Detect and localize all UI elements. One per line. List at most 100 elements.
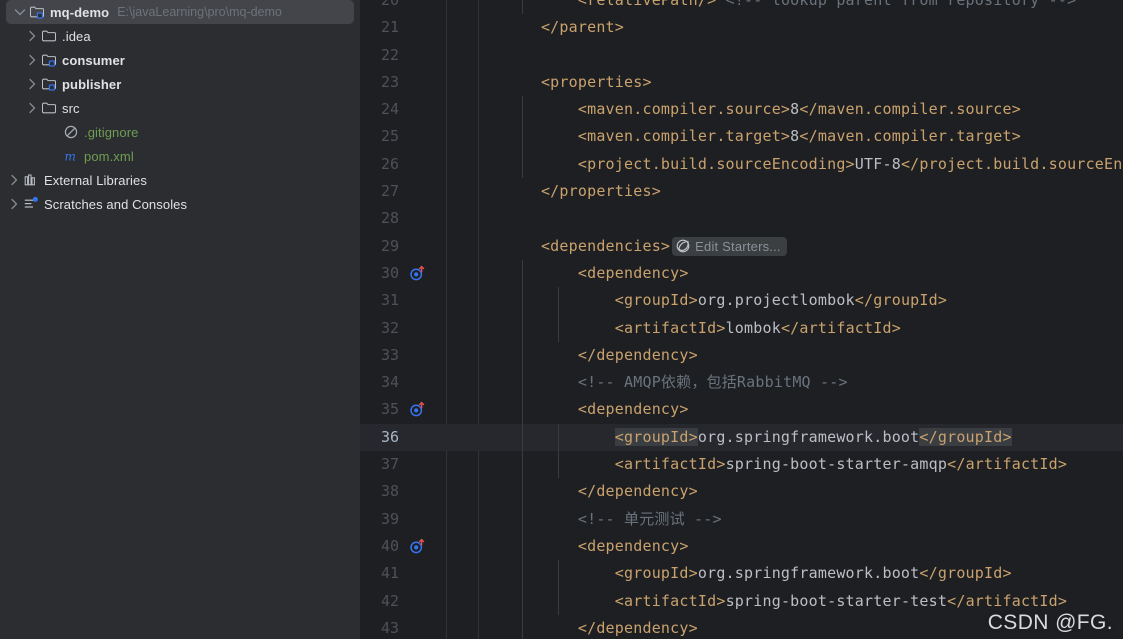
sidebar-item-external-libraries[interactable]: External Libraries <box>0 168 360 192</box>
code-line[interactable]: 30 <dependency> <box>360 259 1123 288</box>
code-line-text[interactable]: <!-- 单元测试 --> <box>486 505 1123 533</box>
chevron-right-icon[interactable] <box>6 196 22 212</box>
chevron-right-icon[interactable] <box>6 172 22 188</box>
code-line-text[interactable]: <maven.compiler.target>8</maven.compiler… <box>486 123 1123 151</box>
code-lines-container[interactable]: 20 <relativePath/> <!-- lookup parent fr… <box>360 0 1123 639</box>
gutter-folding-area <box>430 588 462 615</box>
edit-starters-hint-button[interactable]: Edit Starters... <box>672 236 787 256</box>
code-line[interactable]: 28 <box>360 205 1123 232</box>
code-line-text[interactable]: <groupId>org.springframework.boot</group… <box>486 423 1123 452</box>
dependency-nav-icon[interactable] <box>408 533 430 560</box>
sidebar-item-mq-demo[interactable]: mq-demo E:\javaLearning\pro\mq-demo <box>6 0 354 24</box>
line-number: 34 <box>380 373 399 392</box>
gutter-folding-area <box>430 396 462 423</box>
code-line[interactable]: 41 <groupId>org.springframework.boot</gr… <box>360 560 1123 588</box>
sidebar-item-scratches-and-consoles[interactable]: Scratches and Consoles <box>0 192 360 216</box>
code-line-text[interactable]: <project.build.sourceEncoding>UTF-8</pro… <box>486 150 1123 179</box>
indent-guide <box>522 505 524 533</box>
code-line-text[interactable] <box>486 205 1123 232</box>
dependency-nav-icon[interactable] <box>409 401 426 418</box>
code-line[interactable]: 42 <artifactId>spring-boot-starter-test<… <box>360 587 1123 615</box>
code-token: </artifactId> <box>947 591 1068 610</box>
code-editor[interactable]: 20 <relativePath/> <!-- lookup parent fr… <box>360 0 1123 639</box>
code-line[interactable]: 39 <!-- 单元测试 --> <box>360 505 1123 533</box>
code-line-text[interactable]: <relativePath/> <!-- lookup parent from … <box>486 0 1123 15</box>
gutter-slot <box>408 178 430 205</box>
dependency-nav-icon[interactable] <box>409 538 426 555</box>
gutter-slot <box>408 369 430 396</box>
chevron-right-icon[interactable] <box>24 28 40 44</box>
code-line[interactable]: 32 <artifactId>lombok</artifactId> <box>360 314 1123 342</box>
code-token: </artifactId> <box>947 455 1068 474</box>
code-token: org.projectlombok <box>697 291 855 310</box>
code-token: </maven.compiler.target> <box>799 127 1021 146</box>
code-line-text[interactable] <box>486 42 1123 69</box>
dependency-nav-icon[interactable] <box>409 265 426 282</box>
code-line-text[interactable]: </dependency> <box>486 341 1123 370</box>
code-line[interactable]: 22 <box>360 42 1123 69</box>
code-line-text[interactable]: <dependency> <box>486 259 1123 288</box>
project-tool-window[interactable]: mq-demo E:\javaLearning\pro\mq-demo .idea c… <box>0 0 360 639</box>
chevron-down-icon[interactable] <box>12 4 28 20</box>
dependency-nav-icon[interactable] <box>408 396 430 423</box>
sidebar-item-idea[interactable]: .idea <box>0 24 360 48</box>
code-line[interactable]: 43 </dependency> <box>360 614 1123 639</box>
indent-guide <box>522 614 524 639</box>
code-line-text[interactable]: </dependency> <box>486 478 1123 506</box>
code-line[interactable]: 38 </dependency> <box>360 478 1123 506</box>
code-line-text[interactable]: </dependency> <box>486 614 1123 639</box>
code-line-text[interactable]: <artifactId>spring-boot-starter-amqp</ar… <box>486 451 1123 479</box>
code-line[interactable]: 21 </parent> <box>360 14 1123 41</box>
code-line-text[interactable]: <dependencies> Edit Starters... <box>486 233 1123 260</box>
code-line[interactable]: 29 <dependencies> Edit Starters... <box>360 233 1123 260</box>
sidebar-item-pom-xml[interactable]: m pom.xml <box>0 144 360 168</box>
sidebar-item-consumer[interactable]: consumer <box>0 48 360 72</box>
chevron-right-icon[interactable] <box>24 100 40 116</box>
chevron-right-icon[interactable] <box>24 52 40 68</box>
indent-guide <box>522 532 524 561</box>
code-line-text[interactable]: <properties> <box>486 69 1123 96</box>
code-line-text[interactable]: <artifactId>spring-boot-starter-test</ar… <box>486 587 1123 615</box>
code-line[interactable]: 36 <groupId>org.springframework.boot</gr… <box>360 423 1123 452</box>
code-line[interactable]: 35 <dependency> <box>360 396 1123 424</box>
sidebar-item-path: E:\javaLearning\pro\mq-demo <box>117 5 282 19</box>
code-line-text[interactable]: <groupId>org.springframework.boot</group… <box>486 560 1123 588</box>
line-number: 39 <box>380 509 399 528</box>
code-line[interactable]: 27 </properties> <box>360 178 1123 205</box>
dependency-nav-icon[interactable] <box>408 260 430 287</box>
library-icon <box>22 172 40 188</box>
code-line-text[interactable]: </parent> <box>486 14 1123 41</box>
code-token: <relativePath/> <box>577 0 717 9</box>
gutter-slot <box>408 287 430 314</box>
code-line[interactable]: 26 <project.build.sourceEncoding>UTF-8</… <box>360 150 1123 179</box>
chevron-right-icon[interactable] <box>24 76 40 92</box>
code-line[interactable]: 23 <properties> <box>360 69 1123 96</box>
code-line[interactable]: 33 </dependency> <box>360 341 1123 370</box>
code-line-text[interactable]: </properties> <box>486 178 1123 205</box>
code-line[interactable]: 34 <!-- AMQP依赖，包括RabbitMQ --> <box>360 369 1123 397</box>
indent-guide <box>522 0 524 15</box>
sidebar-item-publisher[interactable]: publisher <box>0 72 360 96</box>
code-token: </dependency> <box>577 618 698 637</box>
sidebar-item-src[interactable]: src <box>0 96 360 120</box>
code-line-text[interactable]: <dependency> <box>486 396 1123 424</box>
code-line[interactable]: 31 <groupId>org.projectlombok</groupId> <box>360 287 1123 315</box>
code-line-text[interactable]: <dependency> <box>486 532 1123 561</box>
line-number: 30 <box>380 263 399 282</box>
code-line-text[interactable]: <maven.compiler.source>8</maven.compiler… <box>486 96 1123 124</box>
code-line[interactable]: 25 <maven.compiler.target>8</maven.compi… <box>360 123 1123 151</box>
code-line[interactable]: 37 <artifactId>spring-boot-starter-amqp<… <box>360 451 1123 479</box>
code-token: <dependencies> <box>540 236 671 255</box>
code-line-text[interactable]: <!-- AMQP依赖，包括RabbitMQ --> <box>486 369 1123 397</box>
sidebar-item-gitignore[interactable]: .gitignore <box>0 120 360 144</box>
code-line[interactable]: 20 <relativePath/> <!-- lookup parent fr… <box>360 0 1123 15</box>
code-line[interactable]: 40 <dependency> <box>360 532 1123 561</box>
gutter-annotation-area <box>462 96 486 123</box>
gutter-folding-area <box>430 342 462 369</box>
code-line-text[interactable]: <artifactId>lombok</artifactId> <box>486 314 1123 342</box>
code-line-text[interactable]: <groupId>org.projectlombok</groupId> <box>486 287 1123 315</box>
code-line[interactable]: 24 <maven.compiler.source>8</maven.compi… <box>360 96 1123 124</box>
line-number: 26 <box>380 154 399 173</box>
